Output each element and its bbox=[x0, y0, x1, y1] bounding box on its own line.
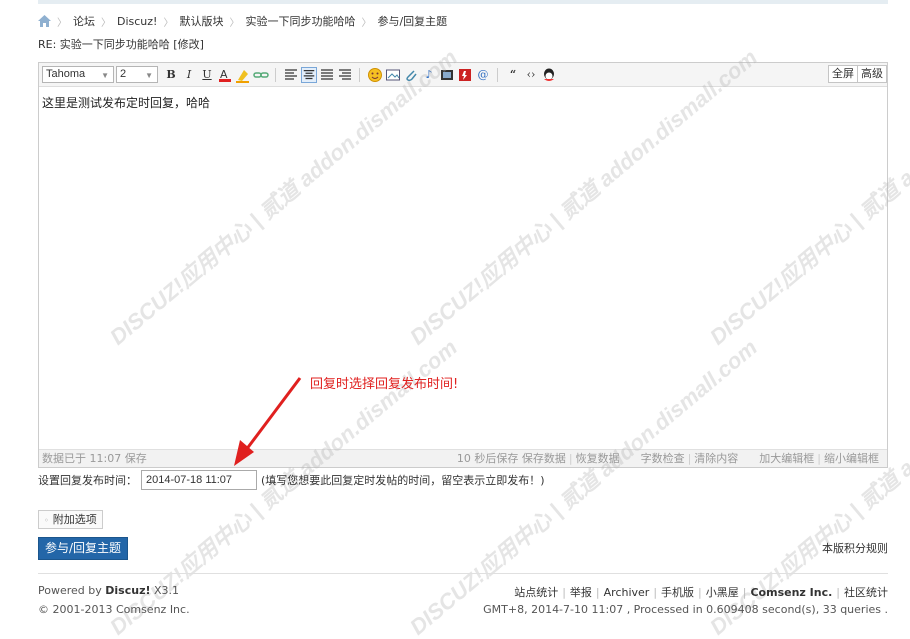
video-icon[interactable] bbox=[439, 67, 455, 83]
reply-title: RE: 实验一下同步功能哈哈 [修改] bbox=[38, 38, 204, 51]
bold-icon[interactable]: B bbox=[163, 67, 179, 83]
footer-links: 站点统计 | 举报 | Archiver | 手机版 | 小黑屋 | Comsenz Inc. | 社区… bbox=[514, 586, 888, 599]
code-icon[interactable]: ‹› bbox=[523, 67, 539, 83]
link-icon[interactable] bbox=[253, 67, 269, 83]
breadcrumb-item-board[interactable]: 默认版块 bbox=[179, 13, 223, 29]
chevron-down-icon: ▼ bbox=[145, 71, 153, 80]
qq-icon[interactable] bbox=[541, 67, 557, 83]
underline-icon[interactable]: U bbox=[199, 67, 215, 83]
top-strip bbox=[38, 0, 888, 4]
footer-stats: GMT+8, 2014-7-10 11:07 , Processed in 0.… bbox=[483, 603, 888, 616]
mention-icon[interactable]: @ bbox=[475, 67, 491, 83]
image-icon[interactable] bbox=[385, 67, 401, 83]
flash-icon[interactable] bbox=[457, 67, 473, 83]
submit-reply-button[interactable]: 参与/回复主题 bbox=[38, 537, 128, 560]
credit-rules-link[interactable]: 本版积分规则 bbox=[822, 540, 888, 556]
breadcrumb-separator: 〉 bbox=[101, 17, 111, 29]
shrink-editor-link[interactable]: 缩小编辑框 bbox=[824, 452, 879, 465]
font-family-select[interactable]: Tahoma ▼ bbox=[42, 66, 114, 83]
publish-time-label: 设置回复发布时间： bbox=[38, 474, 137, 487]
align-justify-icon[interactable] bbox=[319, 67, 335, 83]
chevron-down-icon: ▼ bbox=[101, 71, 109, 80]
powered-by: Powered by Discuz! X3.1 bbox=[38, 584, 179, 597]
toolbar-divider bbox=[359, 68, 360, 82]
breadcrumb-item-forum[interactable]: 论坛 bbox=[73, 13, 95, 29]
smiley-icon[interactable] bbox=[367, 67, 383, 83]
footer-link-mobile[interactable]: 手机版 bbox=[661, 586, 694, 599]
clear-content-link[interactable]: 清除内容 bbox=[694, 452, 738, 465]
footer-link-company[interactable]: Comsenz Inc. bbox=[750, 586, 832, 599]
italic-icon[interactable]: I bbox=[181, 67, 197, 83]
font-size-select[interactable]: 2 ▼ bbox=[116, 66, 158, 83]
copyright: © 2001-2013 Comsenz Inc. bbox=[38, 603, 190, 616]
attach-options-label: 附加选项 bbox=[52, 513, 97, 526]
bullet-icon: ◦ bbox=[44, 516, 49, 525]
breadcrumb-separator: 〉 bbox=[163, 17, 174, 29]
publish-time-input[interactable] bbox=[141, 470, 257, 490]
saved-status: 数据已于 11:07 保存 bbox=[42, 452, 147, 465]
attach-options-button[interactable]: ◦ 附加选项 bbox=[38, 510, 103, 529]
fullscreen-button[interactable]: 全屏 bbox=[828, 65, 858, 83]
autosave-countdown: 10 秒后保存 bbox=[456, 452, 519, 465]
word-check-link[interactable]: 字数检查 bbox=[641, 452, 685, 465]
attachment-icon[interactable] bbox=[403, 67, 419, 83]
powered-brand-link[interactable]: Discuz! bbox=[105, 584, 150, 597]
toolbar-divider bbox=[497, 68, 498, 82]
footer-divider bbox=[38, 573, 888, 574]
editor-content[interactable]: 这里是测试发布定时回复，哈哈 bbox=[39, 88, 887, 448]
enlarge-editor-link[interactable]: 加大编辑框 bbox=[759, 452, 814, 465]
home-icon[interactable] bbox=[38, 15, 51, 27]
footer-link-blacklist[interactable]: 小黑屋 bbox=[706, 586, 739, 599]
annotation-text: 回复时选择回复发布时间! bbox=[310, 377, 459, 392]
breadcrumb-item-discuz[interactable]: Discuz! bbox=[117, 15, 157, 28]
align-center-icon[interactable] bbox=[301, 67, 317, 83]
powered-version: X3.1 bbox=[154, 584, 180, 597]
editor-statusbar: 数据已于 11:07 保存 10 秒后保存 保存数据 | 恢复数据 字数检查 | 清除内… bbox=[39, 449, 887, 467]
breadcrumb-item-current: 参与/回复主题 bbox=[377, 15, 448, 28]
background-color-icon[interactable] bbox=[235, 67, 251, 83]
footer-link-community-stats[interactable]: 社区统计 bbox=[844, 586, 888, 599]
breadcrumb-item-thread[interactable]: 实验一下同步功能哈哈 bbox=[245, 13, 355, 29]
post-editor: Tahoma ▼ 2 ▼ B I U A ♪ @ “ ‹› 全屏 高级 这里是测… bbox=[38, 62, 888, 468]
advanced-button[interactable]: 高级 bbox=[857, 65, 887, 83]
breadcrumb: 〉 论坛 〉 Discuz! 〉 默认版块 〉 实验一下同步功能哈哈 〉 参与/… bbox=[38, 12, 447, 30]
quote-icon[interactable]: “ bbox=[505, 67, 521, 83]
font-color-icon[interactable]: A bbox=[217, 67, 233, 83]
align-left-icon[interactable] bbox=[283, 67, 299, 83]
editor-toolbar: Tahoma ▼ 2 ▼ B I U A ♪ @ “ ‹› 全屏 高级 bbox=[39, 63, 887, 87]
music-icon[interactable]: ♪ bbox=[421, 67, 437, 83]
breadcrumb-separator: 〉 bbox=[361, 17, 372, 29]
powered-prefix: Powered by bbox=[38, 584, 102, 597]
breadcrumb-separator: 〉 bbox=[57, 17, 67, 29]
publish-time-hint: (填写您想要此回复定时发帖的时间，留空表示立即发布！) bbox=[261, 474, 545, 487]
footer-link-archiver[interactable]: Archiver bbox=[604, 586, 650, 599]
annotation-arrow-icon bbox=[234, 377, 302, 466]
footer-link-report[interactable]: 举报 bbox=[570, 586, 592, 599]
save-data-link[interactable]: 保存数据 bbox=[522, 452, 566, 465]
breadcrumb-separator: 〉 bbox=[229, 17, 240, 29]
restore-data-link[interactable]: 恢复数据 bbox=[576, 452, 620, 465]
font-family-value: Tahoma bbox=[46, 68, 86, 80]
font-size-value: 2 bbox=[120, 68, 127, 80]
footer-link-site-stats[interactable]: 站点统计 bbox=[514, 586, 558, 599]
toolbar-divider bbox=[275, 68, 276, 82]
align-right-icon[interactable] bbox=[337, 67, 353, 83]
status-actions: 10 秒后保存 保存数据 | 恢复数据 字数检查 | 清除内容 加大编辑框 | 缩小编辑框 bbox=[456, 452, 879, 465]
publish-time-row: 设置回复发布时间： (填写您想要此回复定时发帖的时间，留空表示立即发布！) bbox=[38, 470, 545, 490]
